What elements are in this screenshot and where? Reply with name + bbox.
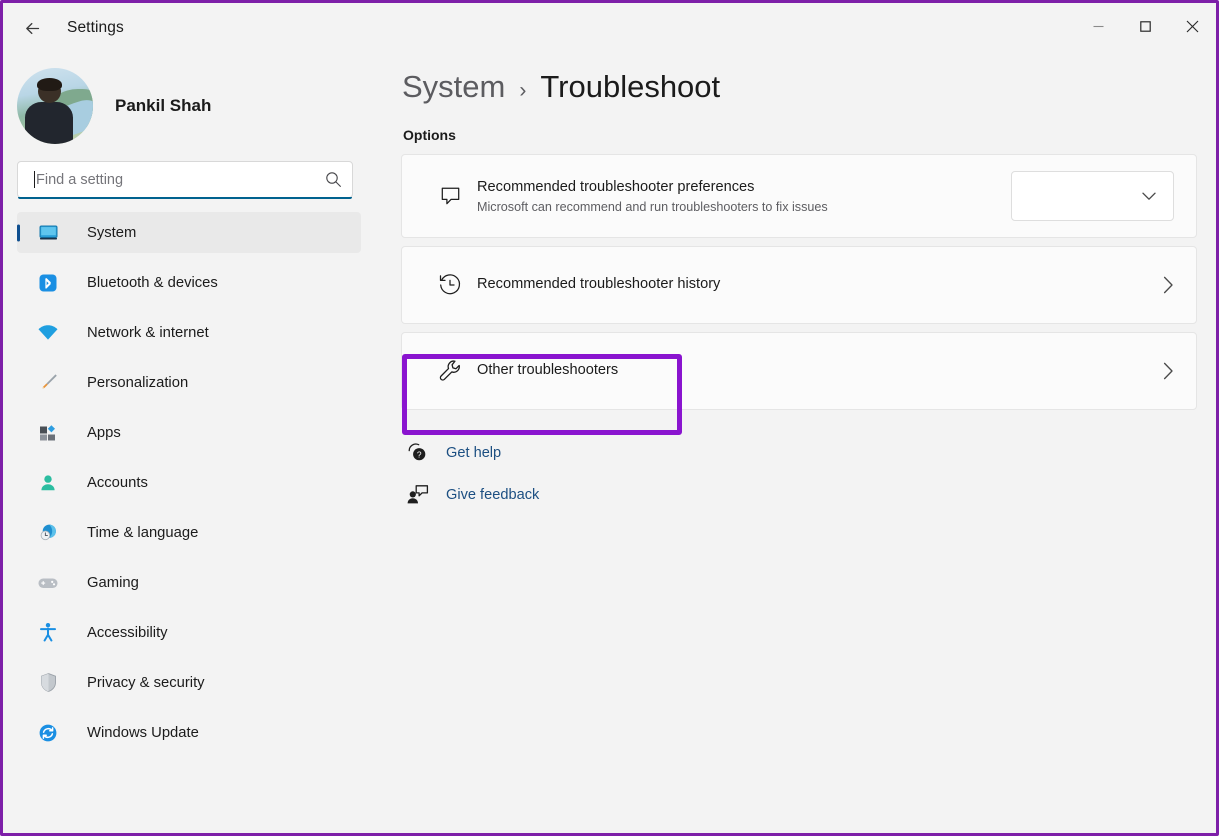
sidebar-item-label: Personalization [87,375,188,391]
page-title: Troubleshoot [540,69,720,105]
recommended-preferences-dropdown[interactable] [1011,171,1174,221]
avatar [17,68,93,144]
card-text-block: Other troubleshooters [477,361,1140,381]
text-caret [34,171,35,188]
sidebar-item-label: Windows Update [87,725,199,741]
sidebar-item-label: Accessibility [87,625,168,641]
sidebar-item-label: Bluetooth & devices [87,275,218,291]
search-icon[interactable] [325,171,342,188]
shield-icon [35,672,61,693]
app-title: Settings [67,19,124,37]
card-recommended-troubleshooter-history[interactable]: Recommended troubleshooter history [401,246,1197,324]
help-question-icon: ? [402,441,432,464]
search-box[interactable] [17,161,353,198]
sidebar-nav: System Bluetooth & devices Network [3,212,375,753]
speech-bubble-icon [425,184,475,209]
accessibility-icon [35,622,61,643]
sidebar-item-system[interactable]: System [17,212,361,253]
maximize-icon [1140,21,1151,32]
sidebar-item-privacy-security[interactable]: Privacy & security [17,662,361,703]
minimize-button[interactable] [1075,3,1122,50]
chevron-right-icon[interactable] [1140,362,1196,380]
sidebar-item-bluetooth-devices[interactable]: Bluetooth & devices [17,262,361,303]
chevron-right-icon[interactable] [1140,276,1196,294]
sidebar-item-apps[interactable]: Apps [17,412,361,453]
close-button[interactable] [1169,3,1216,50]
card-text-block: Recommended troubleshooter preferences M… [477,178,1011,215]
update-sync-icon [35,723,61,743]
bluetooth-icon [35,273,61,293]
sidebar-item-accessibility[interactable]: Accessibility [17,612,361,653]
sidebar: Pankil Shah [3,53,375,836]
sidebar-item-label: Accounts [87,475,148,491]
sidebar-item-network-internet[interactable]: Network & internet [17,312,361,353]
profile-name: Pankil Shah [115,96,211,116]
sidebar-item-gaming[interactable]: Gaming [17,562,361,603]
sidebar-item-label: Time & language [87,525,198,541]
arrow-left-icon [22,18,43,39]
card-title: Recommended troubleshooter preferences [477,178,1011,198]
gamepad-icon [35,574,61,592]
paintbrush-icon [35,372,61,393]
svg-text:?: ? [416,449,421,459]
breadcrumb: System › Troubleshoot [402,69,1216,105]
search-input[interactable] [36,172,325,188]
feedback-person-icon [402,483,432,506]
card-title: Recommended troubleshooter history [477,275,1140,295]
main-content: System › Troubleshoot Options Recommende… [375,53,1216,836]
search-container [17,161,353,198]
footer-link-label: Give feedback [446,487,539,503]
options-card-list: Recommended troubleshooter preferences M… [401,154,1216,410]
back-button[interactable] [11,11,53,45]
sidebar-item-label: Network & internet [87,325,209,341]
sidebar-item-label: Privacy & security [87,675,205,691]
close-icon [1186,20,1199,33]
section-label: Options [403,127,1216,143]
get-help-link[interactable]: ? Get help [402,437,501,468]
history-clock-icon [425,272,475,298]
card-title: Other troubleshooters [477,361,1140,381]
card-other-troubleshooters[interactable]: Other troubleshooters [401,332,1197,410]
profile-section[interactable]: Pankil Shah [3,53,375,145]
person-icon [35,473,61,493]
card-subtitle: Microsoft can recommend and run troubles… [477,200,1011,214]
title-bar: Settings [3,3,1216,53]
sidebar-item-windows-update[interactable]: Windows Update [17,712,361,753]
clock-globe-icon [35,522,61,543]
card-recommended-troubleshooter-preferences[interactable]: Recommended troubleshooter preferences M… [401,154,1197,238]
search-focus-underline [18,197,352,199]
sidebar-item-label: Gaming [87,575,139,591]
apps-grid-icon [35,423,61,443]
wrench-icon [425,358,475,385]
maximize-button[interactable] [1122,3,1169,50]
give-feedback-link[interactable]: Give feedback [402,479,539,510]
minimize-icon [1093,21,1104,32]
sidebar-item-label: Apps [87,425,121,441]
settings-window: Settings [0,0,1219,836]
breadcrumb-separator: › [519,79,526,103]
wifi-icon [35,323,61,343]
sidebar-item-label: System [87,225,136,241]
sidebar-item-accounts[interactable]: Accounts [17,462,361,503]
chevron-down-icon [1142,192,1156,201]
sidebar-item-personalization[interactable]: Personalization [17,362,361,403]
footer-link-list: ? Get help Give feedback [402,437,1216,510]
footer-link-label: Get help [446,445,501,461]
monitor-icon [35,222,61,243]
card-text-block: Recommended troubleshooter history [477,275,1140,295]
breadcrumb-parent-link[interactable]: System [402,69,505,105]
caption-button-group [1075,3,1216,53]
sidebar-item-time-language[interactable]: Time & language [17,512,361,553]
